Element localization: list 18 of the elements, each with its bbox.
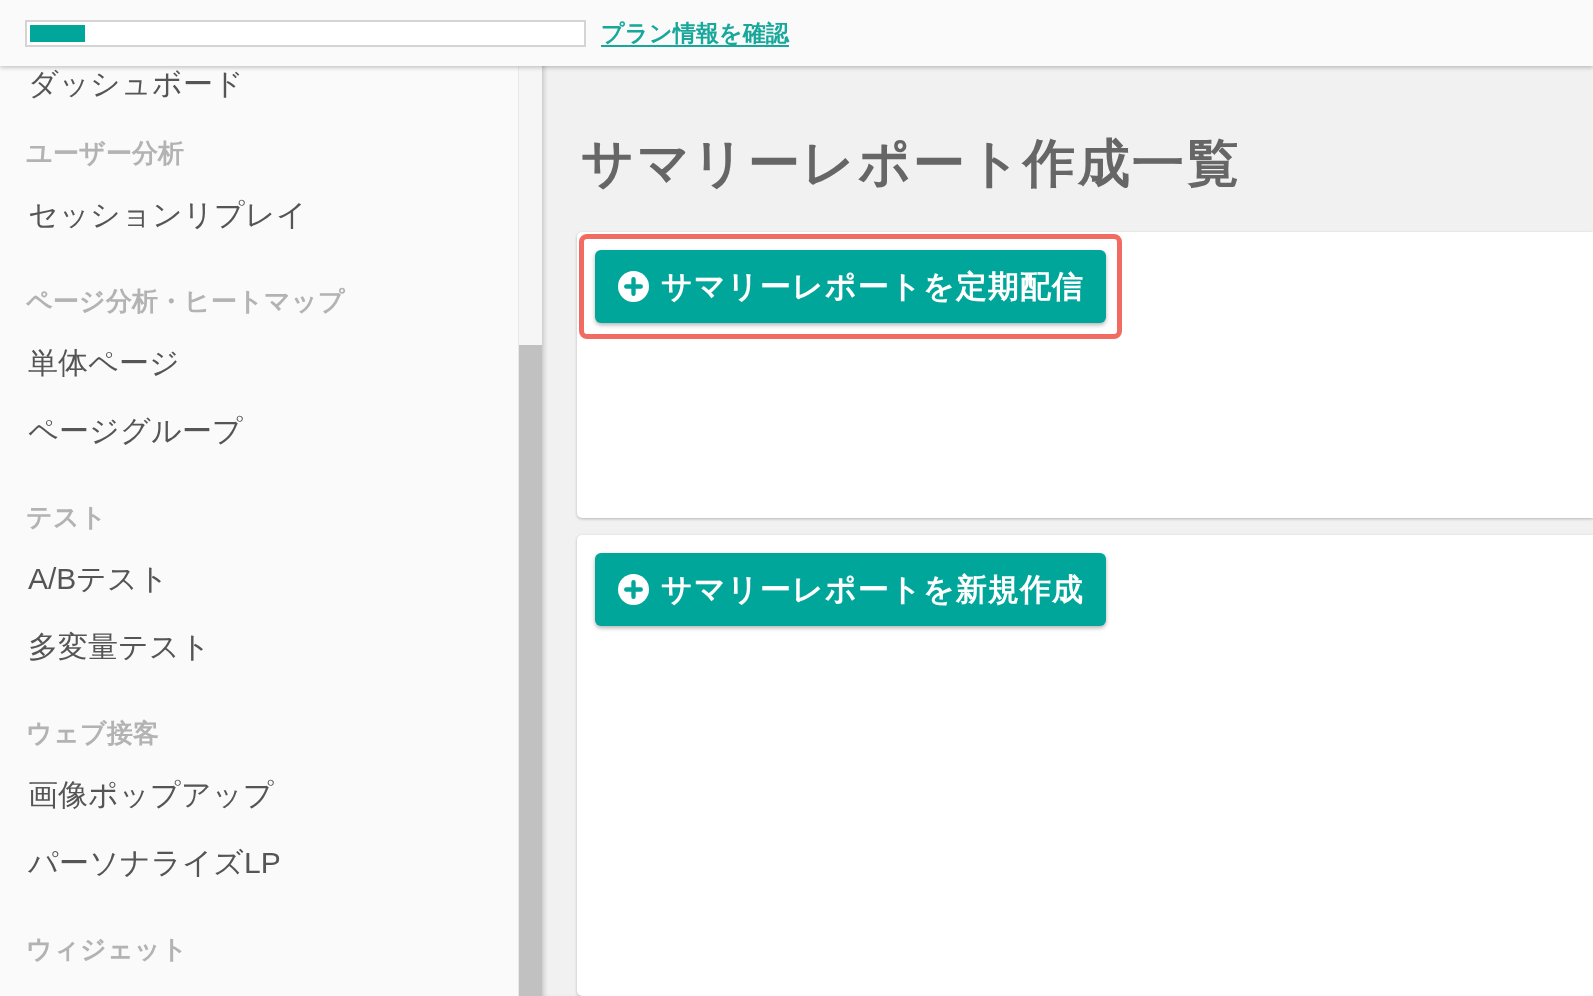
nav-link[interactable]: 多変量テスト — [28, 629, 211, 665]
page-title: サマリーレポート作成一覧 — [581, 133, 1242, 193]
section-heading: ユーザー分析 — [26, 138, 184, 168]
nav-link[interactable]: ページグループ — [28, 413, 243, 449]
nav-link[interactable]: A/Bテスト — [28, 561, 170, 597]
scrollbar[interactable] — [518, 66, 542, 996]
nav-link[interactable]: 画像ポップアップ — [28, 777, 274, 813]
nav-link[interactable]: 単体ページ — [28, 345, 180, 381]
plus-circle-icon — [618, 574, 649, 605]
section-heading: テスト — [26, 502, 107, 532]
section-heading: ウィジェット — [26, 934, 188, 964]
scrollbar-thumb[interactable] — [519, 345, 542, 996]
nav-link[interactable]: セッションリプレイ — [28, 197, 307, 233]
plus-circle-icon — [618, 271, 649, 302]
nav-link[interactable]: パーソナライズLP — [28, 845, 281, 881]
section-heading: ページ分析・ヒートマップ — [26, 286, 345, 316]
section-heading: ウェブ接客 — [26, 718, 159, 748]
nav-link[interactable]: ダッシュボード — [28, 67, 244, 101]
